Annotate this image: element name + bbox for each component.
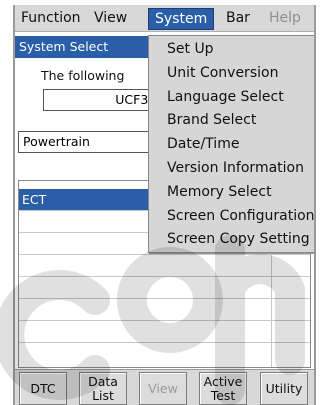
data-list-button[interactable]: Data List [79,372,127,405]
view-button[interactable]: View [139,372,187,405]
menu-help[interactable]: Help [267,8,303,30]
menu-item-memory-select[interactable]: Memory Select [149,181,314,205]
system-menu-dropdown: Set Up Unit Conversion Language Select B… [148,35,314,253]
menu-item-screen-copy-setting[interactable]: Screen Copy Setting [149,228,314,252]
menu-function[interactable]: Function [19,8,83,30]
menu-item-brand-select[interactable]: Brand Select [149,109,314,133]
list-item[interactable] [19,277,310,299]
list-item[interactable] [19,255,310,277]
menu-item-set-up[interactable]: Set Up [149,38,314,62]
active-test-button[interactable]: Active Test [199,372,247,405]
menu-view[interactable]: View [92,8,129,30]
bottom-toolbar: DTC Data List View Active Test Utility [15,369,314,405]
list-item[interactable] [19,299,310,321]
screen: Function View System Bar Help System Sel… [13,5,316,405]
menu-item-version-information[interactable]: Version Information [149,157,314,181]
menu-item-unit-conversion[interactable]: Unit Conversion [149,62,314,86]
utility-button[interactable]: Utility [260,372,308,405]
menu-bar[interactable]: Bar [224,8,252,30]
dtc-button[interactable]: DTC [19,372,67,405]
menu-item-language-select[interactable]: Language Select [149,86,314,110]
list-item[interactable] [19,321,310,343]
menubar: Function View System Bar Help [15,5,314,32]
scan-tool-device: Function View System Bar Help System Sel… [0,0,323,405]
menu-system[interactable]: System [148,8,215,30]
menu-item-screen-configuration[interactable]: Screen Configuration [149,205,314,229]
prompt-text: The following [41,68,125,83]
list-item[interactable] [19,343,310,365]
menu-item-date-time[interactable]: Date/Time [149,133,314,157]
